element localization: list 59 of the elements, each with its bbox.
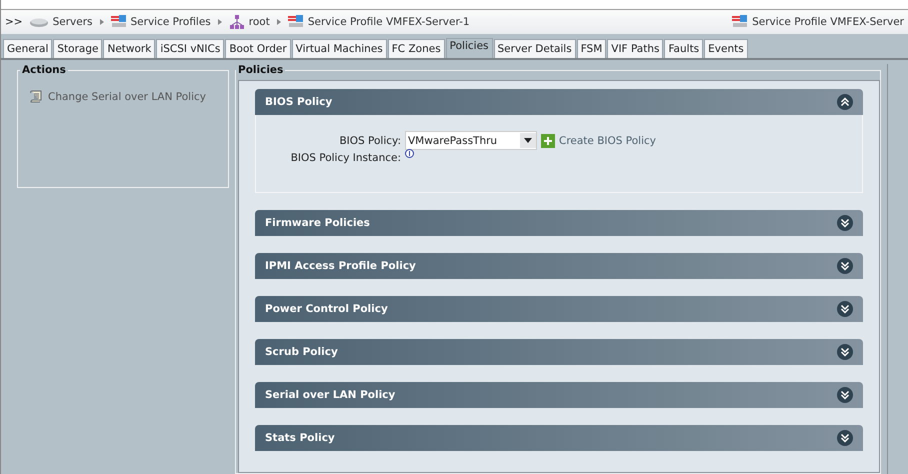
breadcrumb-item[interactable]: Service Profiles <box>130 16 211 28</box>
expand-icon[interactable] <box>837 430 853 446</box>
separator-arrow-icon <box>100 19 104 25</box>
expand-icon[interactable] <box>837 215 853 231</box>
tab[interactable]: VIF Paths <box>607 39 664 58</box>
panel-title: Service Profile VMFEX-Server <box>752 16 904 28</box>
policy-dropdown[interactable]: VMwarePassThru <box>405 131 537 150</box>
section-title: Power Control Policy <box>265 303 388 315</box>
tab[interactable]: Faults <box>664 39 704 58</box>
expand-icon[interactable] <box>837 387 853 403</box>
policies-title: Policies <box>237 64 284 76</box>
field-label: BIOS Policy: <box>338 134 401 146</box>
breadcrumb-item[interactable]: Servers <box>52 16 93 28</box>
section-title: Stats Policy <box>265 432 335 444</box>
section-header[interactable]: Firmware Policies <box>255 210 863 236</box>
section-header[interactable]: Scrub Policy <box>255 339 863 365</box>
hierarchy-icon <box>228 15 245 29</box>
create-link[interactable]: Create BIOS Policy <box>559 134 656 146</box>
breadcrumb-toggle[interactable]: >> <box>5 16 23 28</box>
server-stack-icon <box>110 15 127 29</box>
section-header[interactable]: Stats Policy <box>255 425 863 451</box>
dropdown-caret-icon <box>524 138 532 143</box>
section-header[interactable]: IPMI Access Profile Policy <box>255 253 863 279</box>
server-icon <box>28 16 49 28</box>
add-icon <box>541 134 555 148</box>
server-stack-icon <box>288 15 304 29</box>
breadcrumb-item[interactable]: Service Profile VMFEX-Server-1 <box>308 16 470 28</box>
action-link[interactable]: Change Serial over LAN Policy <box>48 90 206 102</box>
breadcrumb-item[interactable]: root <box>248 16 270 28</box>
section-header[interactable]: Serial over LAN Policy <box>255 382 863 408</box>
tab[interactable]: FC Zones <box>388 39 445 58</box>
tab[interactable]: Boot Order <box>225 39 291 58</box>
section-header[interactable]: BIOS Policy <box>255 89 863 115</box>
section-title: BIOS Policy <box>265 96 332 108</box>
server-stack-icon <box>732 15 748 29</box>
tab[interactable]: Network <box>103 39 156 58</box>
tab[interactable]: FSM <box>576 39 606 58</box>
section-title: Serial over LAN Policy <box>265 389 396 401</box>
expand-icon[interactable] <box>837 301 853 317</box>
section-title: IPMI Access Profile Policy <box>265 260 416 272</box>
expand-icon[interactable] <box>837 344 853 360</box>
separator-arrow-icon <box>276 19 281 25</box>
tab[interactable]: General <box>3 39 52 58</box>
actions-title: Actions <box>21 64 67 76</box>
expand-icon[interactable] <box>837 258 853 274</box>
field-label: BIOS Policy Instance: <box>290 152 401 164</box>
tab[interactable]: Storage <box>53 39 102 58</box>
separator-arrow-icon <box>218 19 222 25</box>
section-title: Scrub Policy <box>265 346 338 358</box>
info-icon <box>405 149 414 158</box>
tab[interactable]: Events <box>704 39 748 58</box>
collapse-icon[interactable] <box>837 94 853 110</box>
tab[interactable]: iSCSI vNICs <box>156 39 224 58</box>
tab[interactable]: Virtual Machines <box>292 39 387 58</box>
section-header[interactable]: Power Control Policy <box>255 296 863 322</box>
scroll-icon <box>30 90 42 103</box>
tab[interactable]: Policies <box>446 38 493 58</box>
section-title: Firmware Policies <box>265 217 370 229</box>
tab[interactable]: Server Details <box>494 39 576 58</box>
